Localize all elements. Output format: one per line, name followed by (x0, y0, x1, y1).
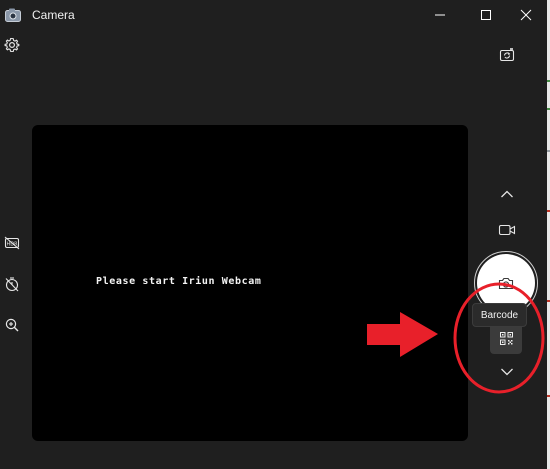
annotation-overlay (367, 282, 545, 394)
red-circle-annotation (453, 282, 545, 394)
camera-window: Camera HDR Please start Iriun Webcam Bar… (0, 0, 548, 469)
red-arrow-annotation (367, 312, 438, 357)
